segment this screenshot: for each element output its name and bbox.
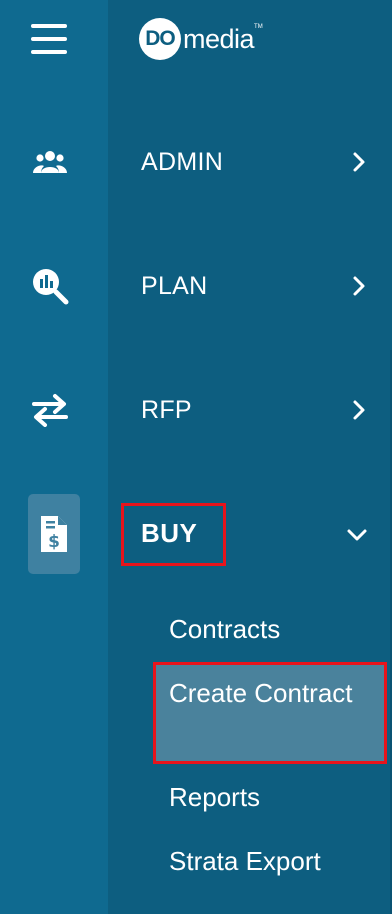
users-icon[interactable]	[24, 136, 76, 188]
transfer-arrows-icon[interactable]	[24, 384, 76, 436]
chevron-right-icon	[353, 276, 365, 296]
analytics-search-icon[interactable]	[24, 260, 76, 312]
nav-item-admin[interactable]: ADMIN	[108, 132, 392, 192]
menu-icon-bar	[31, 37, 67, 41]
chevron-right-icon	[353, 400, 365, 420]
subnav-item-reports[interactable]: Reports	[169, 777, 260, 818]
svg-text:$: $	[48, 532, 60, 552]
nav-item-label: PLAN	[141, 271, 208, 300]
menu-icon[interactable]	[31, 24, 67, 54]
chevron-right-icon	[353, 152, 365, 172]
nav-item-buy[interactable]: BUY	[141, 518, 197, 549]
subnav-item-contracts[interactable]: Contracts	[169, 609, 280, 650]
menu-icon-bar	[31, 24, 67, 28]
chevron-down-icon[interactable]	[346, 528, 368, 542]
nav-item-rfp[interactable]: RFP	[108, 380, 392, 440]
subnav-item-create-contract[interactable]: Create Contract	[169, 673, 369, 714]
menu-icon-bar	[31, 50, 67, 54]
logo-trademark: TM	[254, 24, 263, 30]
logo-mark: DO	[139, 18, 181, 60]
nav-item-plan[interactable]: PLAN	[108, 256, 392, 316]
logo: DO media TM	[139, 16, 263, 62]
logo-text: media	[183, 23, 255, 54]
nav-item-label: RFP	[141, 395, 192, 424]
subnav-item-strata-export[interactable]: Strata Export	[169, 841, 321, 882]
invoice-dollar-icon[interactable]: $	[28, 494, 80, 574]
nav-item-label: ADMIN	[141, 147, 224, 176]
